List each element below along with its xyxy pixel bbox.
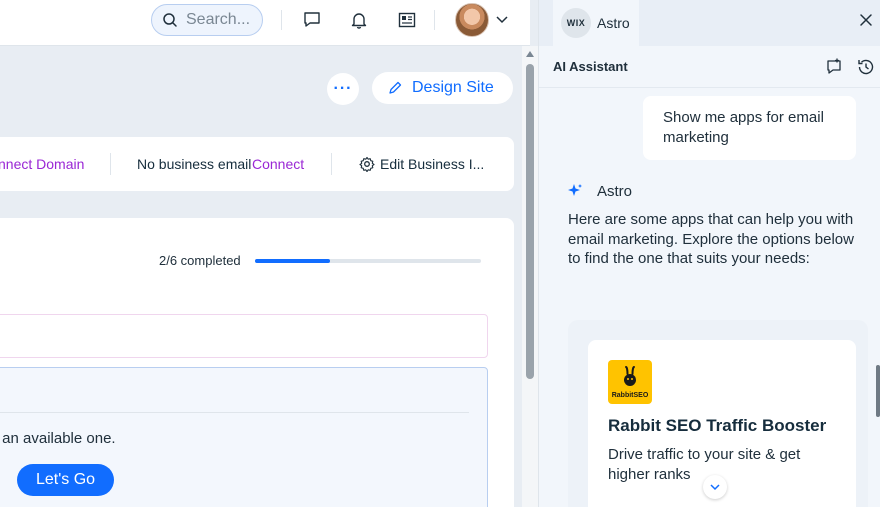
task-divider [0,412,469,413]
progress-bar [255,259,481,263]
bot-message: Here are some apps that can help you wit… [568,211,854,267]
domain-bar: nnect Domain No business email Connect E… [0,137,514,191]
connect-domain-link[interactable]: nnect Domain [0,156,84,172]
progress-fill [255,259,330,263]
progress-label: 2/6 completed [159,253,241,268]
setup-checklist-card: 2/6 completed r an available one. Let's … [0,218,514,507]
history-icon[interactable] [856,57,876,77]
avatar[interactable] [455,3,489,37]
search-placeholder: Search... [186,11,251,28]
scroll-up-arrow-icon[interactable] [526,51,534,57]
domain-divider [331,153,332,175]
connect-email-link[interactable]: Connect [252,156,304,172]
tab-astro-label: Astro [597,15,630,31]
chevron-down-icon[interactable] [495,12,509,26]
more-icon: ··· [333,80,353,97]
search-icon [163,13,177,27]
ai-assistant-panel: WIX Astro AI Assistant Show me apps for … [538,0,880,507]
user-message: Show me apps for email marketing [643,96,856,160]
bell-icon[interactable] [347,8,371,32]
sparkle-icon [568,184,582,196]
chevron-down-icon [710,484,720,491]
scroll-down-button[interactable] [703,475,727,499]
rabbit-icon [624,366,636,386]
edit-business-link[interactable]: Edit Business I... [380,156,484,172]
chat-icon[interactable] [300,8,324,32]
close-icon[interactable] [857,11,875,29]
header-divider [434,10,435,30]
rabbit-seo-logo-text: RabbitSEO [611,392,649,399]
rabbit-seo-logo: RabbitSEO [608,360,652,404]
design-site-button[interactable]: Design Site [372,72,513,104]
header-divider [281,10,282,30]
tab-astro[interactable]: WIX Astro [553,0,639,46]
panel-title: AI Assistant [553,59,628,74]
lets-go-button[interactable]: Let's Go [17,464,114,496]
bot-name: Astro [597,183,633,200]
design-site-label: Design Site [412,79,494,96]
panel-tab-bar: WIX Astro [539,0,880,46]
scroll-thumb[interactable] [526,64,534,379]
task-description: r an available one. [0,430,116,447]
gear-icon [359,156,375,172]
panel-scroll-thumb[interactable] [876,365,880,417]
more-actions-button[interactable]: ··· [327,73,359,105]
task-expanded: r an available one. Let's Go [0,367,488,507]
pencil-icon [389,81,402,94]
wix-logo-icon: WIX [561,8,591,38]
main-scrollbar[interactable] [522,46,538,507]
top-header: Search... [0,0,530,46]
lets-go-label: Let's Go [35,471,96,488]
app-name: Rabbit SEO Traffic Booster [608,416,827,435]
panel-header: AI Assistant [539,46,880,88]
news-icon[interactable] [395,8,419,32]
search-input[interactable]: Search... [151,4,263,36]
business-email-status: No business email [137,156,252,172]
new-chat-icon[interactable] [824,57,844,77]
task-row[interactable] [0,314,488,358]
domain-divider [110,153,111,175]
